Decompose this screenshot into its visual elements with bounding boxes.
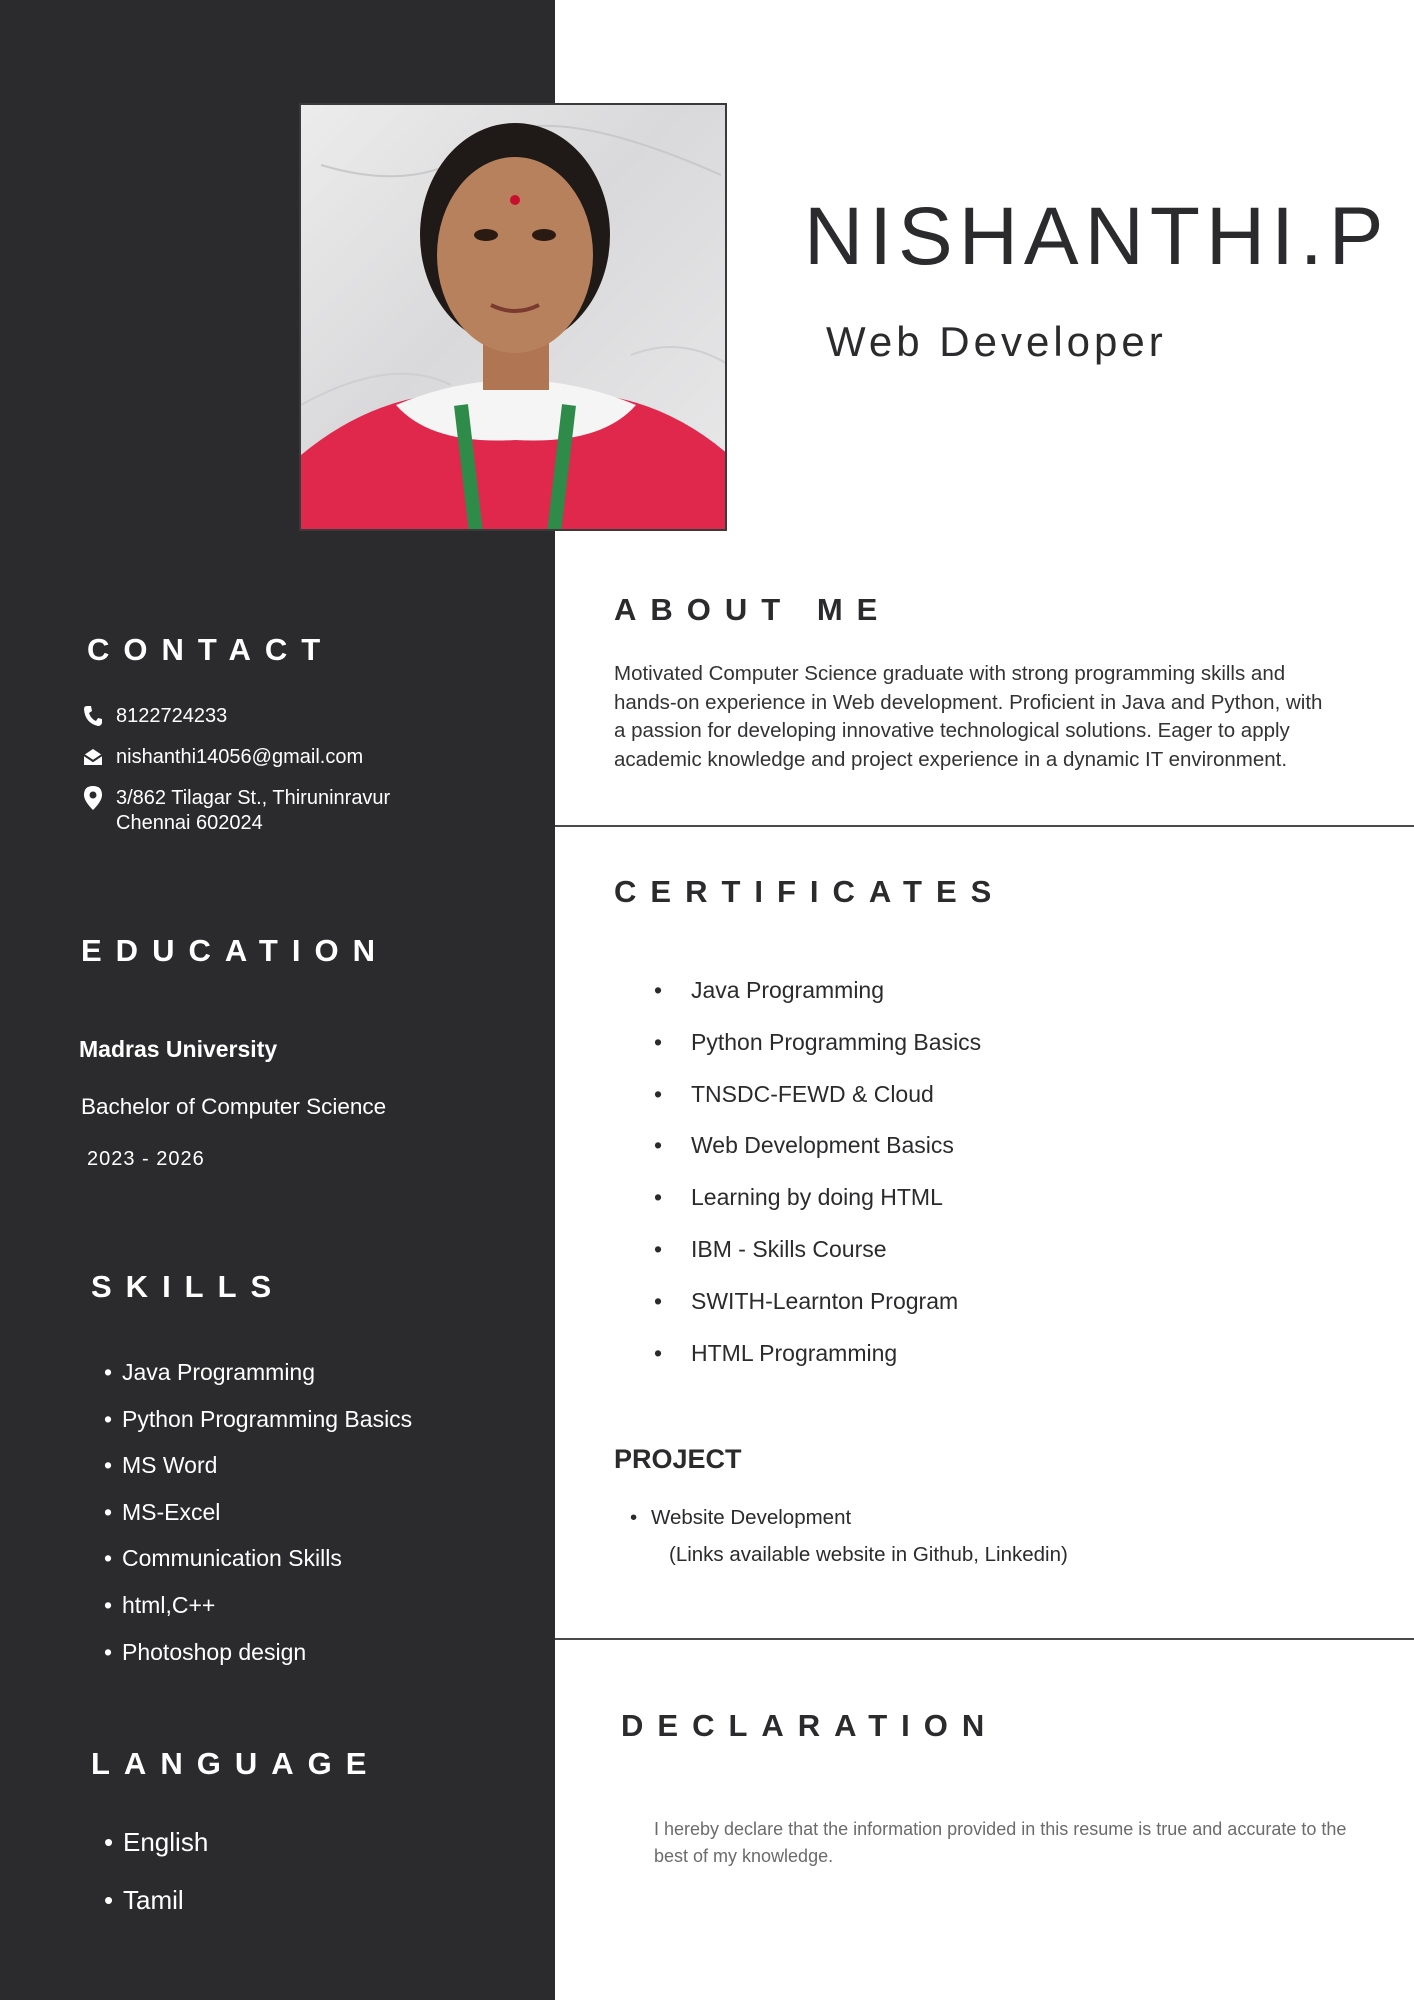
address-line-1: 3/862 Tilagar St., Thiruninravur: [116, 787, 391, 809]
about-heading: ABOUT ME: [614, 592, 892, 627]
declaration-heading: DECLARATION: [621, 1708, 999, 1743]
phone-icon: [82, 704, 104, 728]
contact-heading: CONTACT: [87, 632, 335, 667]
certificates-heading: CERTIFICATES: [614, 874, 1006, 909]
phone-number[interactable]: 8122724233: [116, 704, 227, 729]
certificate-item: Java Programming: [654, 975, 981, 1027]
skill-item: Photoshop design: [104, 1638, 412, 1685]
contact-email: nishanthi14056@gmail.com: [82, 745, 363, 770]
certificate-item: Learning by doing HTML: [654, 1182, 981, 1234]
certificate-item: HTML Programming: [654, 1338, 981, 1390]
location-pin-icon: [82, 786, 104, 810]
certificate-item: IBM - Skills Course: [654, 1234, 981, 1286]
job-title: Web Developer: [826, 318, 1167, 365]
skill-item: Java Programming: [104, 1358, 412, 1405]
education-institution: Madras University: [79, 1036, 278, 1062]
certificates-list: Java Programming Python Programming Basi…: [654, 975, 981, 1389]
language-item: English: [104, 1826, 208, 1884]
mail-icon: [82, 745, 104, 769]
language-item: Tamil: [104, 1884, 208, 1942]
about-text: Motivated Computer Science graduate with…: [614, 662, 1323, 771]
contact-address: 3/862 Tilagar St., Thiruninravur Chennai…: [82, 786, 390, 836]
skill-item: MS-Excel: [104, 1498, 412, 1545]
project-note: (Links available website in Github, Link…: [669, 1543, 1068, 1566]
education-heading: EDUCATION: [81, 933, 389, 968]
contact-phone: 8122724233: [82, 704, 227, 729]
declaration-text: I hereby declare that the information pr…: [654, 1819, 1347, 1866]
section-divider: [555, 1638, 1414, 1640]
email-address[interactable]: nishanthi14056@gmail.com: [116, 745, 363, 770]
skill-item: html,C++: [104, 1591, 412, 1638]
skill-item: MS Word: [104, 1451, 412, 1498]
candidate-name: NISHANTHI.P: [804, 191, 1390, 282]
certificate-item: SWITH-Learnton Program: [654, 1286, 981, 1338]
profile-photo-illustration: [301, 123, 725, 529]
skill-item: Communication Skills: [104, 1544, 412, 1591]
address: 3/862 Tilagar St., Thiruninravur Chennai…: [116, 786, 390, 836]
skills-heading: SKILLS: [91, 1269, 286, 1304]
education-degree: Bachelor of Computer Science: [81, 1094, 387, 1119]
certificate-item: Python Programming Basics: [654, 1027, 981, 1079]
project-heading: PROJECT: [614, 1444, 742, 1474]
project-item: Website Development: [630, 1506, 851, 1530]
education-years: 2023 - 2026: [87, 1148, 205, 1170]
certificate-item: Web Development Basics: [654, 1130, 981, 1182]
profile-photo: [299, 103, 727, 531]
address-line-2: Chennai 602024: [116, 812, 263, 834]
language-list: English Tamil: [104, 1826, 208, 1942]
certificate-item: TNSDC-FEWD & Cloud: [654, 1079, 981, 1131]
skills-list: Java Programming Python Programming Basi…: [104, 1358, 412, 1684]
language-heading: LANGUAGE: [91, 1746, 381, 1781]
skill-item: Python Programming Basics: [104, 1405, 412, 1452]
section-divider: [555, 825, 1414, 827]
